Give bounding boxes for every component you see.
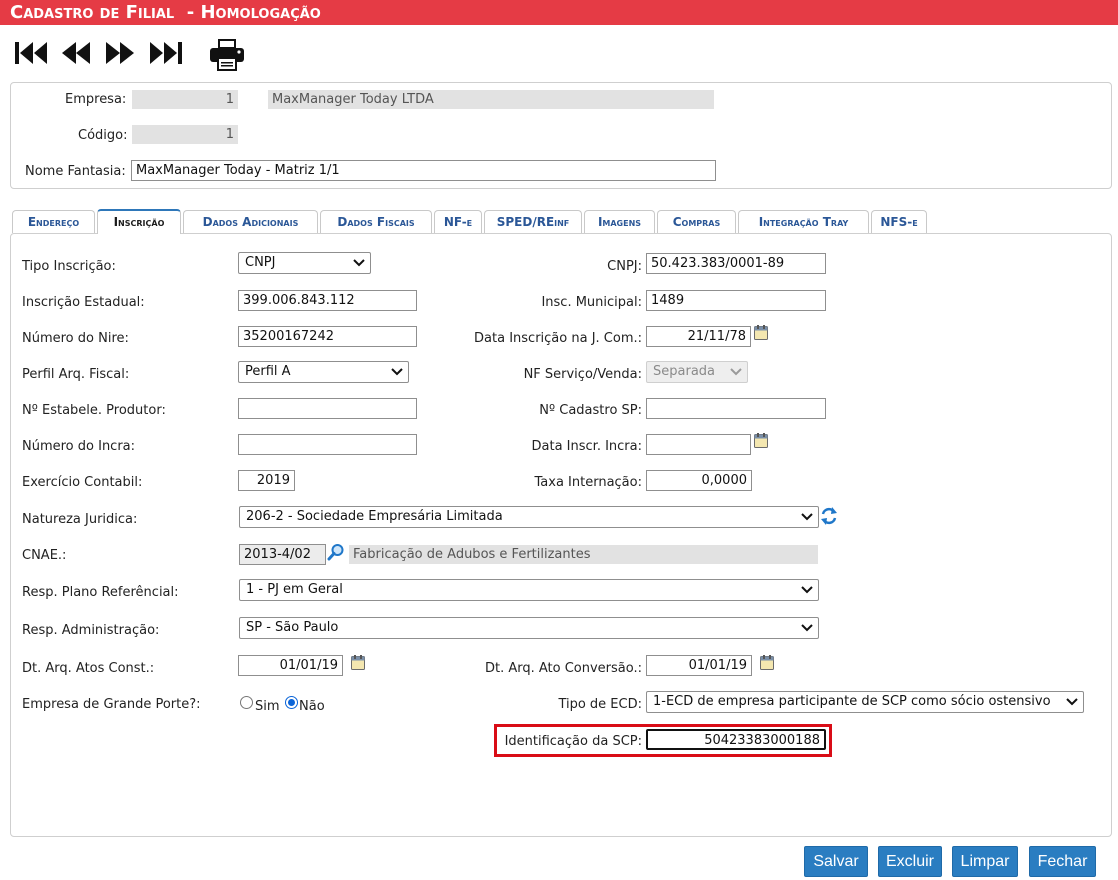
grande-porte-label: Empresa de Grande Porte?: <box>22 697 201 712</box>
next-record-icon[interactable] <box>104 40 136 66</box>
dt-arq-atos-const-input[interactable]: 01/01/19 <box>238 655 343 676</box>
nome-fantasia-input[interactable]: MaxManager Today - Matriz 1/1 <box>131 160 716 181</box>
dt-arq-ato-conversao-label: Dt. Arq. Ato Conversão.: <box>484 661 642 676</box>
nf-servico-venda-label: NF Serviço/Venda: <box>523 367 642 382</box>
chevron-down-icon <box>801 586 813 594</box>
empresa-label: Empresa: <box>65 92 127 107</box>
taxa-internacao-input[interactable]: 0,0000 <box>646 470 752 491</box>
close-button[interactable]: Fechar <box>1029 846 1096 877</box>
nf-servico-venda-value: Separada <box>653 364 715 379</box>
last-record-icon[interactable] <box>148 40 184 66</box>
tab-integracao-tray[interactable]: Integração Tray <box>738 210 869 233</box>
nome-fantasia-label: Nome Fantasia: <box>25 164 126 179</box>
dt-arq-ato-conversao-input[interactable]: 01/01/19 <box>646 655 752 676</box>
calendar-icon[interactable] <box>760 655 774 670</box>
empresa-name-field: MaxManager Today LTDA <box>268 90 714 109</box>
insc-municipal-input[interactable]: 1489 <box>646 290 826 311</box>
perfil-arq-fiscal-select[interactable]: Perfil A <box>238 361 409 383</box>
resp-plano-referencial-select[interactable]: 1 - PJ em Geral <box>239 579 819 601</box>
grande-porte-nao-radio[interactable] <box>285 696 298 709</box>
tab-inscricao[interactable]: Inscrição <box>97 209 181 234</box>
tab-dados-adicionais[interactable]: Dados Adicionais <box>183 210 318 233</box>
resp-plano-referencial-value: 1 - PJ em Geral <box>246 582 343 597</box>
identificacao-scp-label: Identificação da SCP: <box>504 734 642 749</box>
tipo-inscricao-value: CNPJ <box>245 255 276 270</box>
cadastro-sp-label: Nº Cadastro SP: <box>539 403 642 418</box>
tab-endereco[interactable]: Endereço <box>12 210 95 233</box>
cnae-description-field: Fabricação de Adubos e Fertilizantes <box>349 545 818 564</box>
tab-imagens[interactable]: Imagens <box>584 210 655 233</box>
estabele-produtor-label: Nº Estabele. Produtor: <box>22 403 166 418</box>
calendar-icon[interactable] <box>351 655 365 670</box>
tab-compras[interactable]: Compras <box>657 210 736 233</box>
natureza-juridica-value: 206-2 - Sociedade Empresária Limitada <box>246 509 503 524</box>
chevron-down-icon <box>1066 698 1078 706</box>
tipo-ecd-select[interactable]: 1-ECD de empresa participante de SCP com… <box>646 691 1084 713</box>
exercicio-contabil-label: Exercício Contabil: <box>22 475 143 490</box>
tab-nfse[interactable]: NFS-e <box>871 210 927 233</box>
window-title: Cadastro de Filial - Homologação <box>0 0 1118 25</box>
codigo-field: 1 <box>132 125 238 144</box>
print-icon[interactable] <box>209 38 245 72</box>
tipo-ecd-value: 1-ECD de empresa participante de SCP com… <box>653 694 1051 709</box>
inscricao-estadual-label: Inscrição Estadual: <box>22 295 145 310</box>
cnpj-label: CNPJ: <box>607 259 642 274</box>
chevron-down-icon <box>730 368 742 376</box>
tipo-ecd-label: Tipo de ECD: <box>558 697 642 712</box>
calendar-icon[interactable] <box>754 433 768 448</box>
tipo-inscricao-select[interactable]: CNPJ <box>238 252 371 274</box>
natureza-juridica-label: Natureza Juridica: <box>22 512 138 527</box>
grande-porte-sim-radio[interactable] <box>240 696 253 709</box>
refresh-icon[interactable] <box>820 506 838 526</box>
perfil-arq-fiscal-label: Perfil Arq. Fiscal: <box>22 367 130 382</box>
resp-administracao-select[interactable]: SP - São Paulo <box>239 617 819 639</box>
numero-incra-label: Número do Incra: <box>22 439 136 454</box>
cnae-label: CNAE.: <box>22 548 67 563</box>
delete-button[interactable]: Excluir <box>878 846 942 877</box>
grande-porte-nao-label: Não <box>299 699 325 714</box>
first-record-icon[interactable] <box>14 40 50 66</box>
numero-incra-input[interactable] <box>238 434 417 455</box>
exercicio-contabil-input[interactable]: 2019 <box>238 470 295 491</box>
numero-nire-label: Número do Nire: <box>22 331 129 346</box>
data-inscr-incra-input[interactable] <box>646 434 751 455</box>
nf-servico-venda-select: Separada <box>646 361 748 383</box>
search-icon[interactable] <box>327 543 345 561</box>
inscricao-estadual-input[interactable]: 399.006.843.112 <box>238 290 417 311</box>
previous-record-icon[interactable] <box>60 40 92 66</box>
chevron-down-icon <box>353 259 365 267</box>
insc-municipal-label: Insc. Municipal: <box>541 295 642 310</box>
data-inscricao-jcom-label: Data Inscrição na J. Com.: <box>474 331 642 346</box>
tab-dados-fiscais[interactable]: Dados Fiscais <box>320 210 432 233</box>
tab-sped-reinf[interactable]: SPED/REinf <box>484 210 582 233</box>
resp-administracao-label: Resp. Administração: <box>22 623 160 638</box>
calendar-icon[interactable] <box>754 325 768 340</box>
empresa-code-field: 1 <box>132 90 238 109</box>
tipo-inscricao-label: Tipo Inscrição: <box>22 259 116 274</box>
chevron-down-icon <box>391 368 403 376</box>
data-inscr-incra-label: Data Inscr. Incra: <box>531 439 643 454</box>
cnae-code-input[interactable]: 2013-4/02 <box>239 544 326 565</box>
chevron-down-icon <box>801 624 813 632</box>
grande-porte-sim-label: Sim <box>255 699 280 714</box>
perfil-arq-fiscal-value: Perfil A <box>245 364 291 379</box>
identificacao-scp-input[interactable]: 50423383000188 <box>646 729 826 750</box>
resp-administracao-value: SP - São Paulo <box>246 620 339 635</box>
cnpj-input[interactable]: 50.423.383/0001-89 <box>646 253 826 274</box>
dt-arq-atos-const-label: Dt. Arq. Atos Const.: <box>22 661 155 676</box>
codigo-label: Código: <box>78 128 128 143</box>
taxa-internacao-label: Taxa Internação: <box>534 475 643 490</box>
estabele-produtor-input[interactable] <box>238 398 417 419</box>
save-button[interactable]: Salvar <box>804 846 868 877</box>
data-inscricao-jcom-input[interactable]: 21/11/78 <box>646 326 751 347</box>
clear-button[interactable]: Limpar <box>952 846 1018 877</box>
resp-plano-referencial-label: Resp. Plano Referêncial: <box>22 585 179 600</box>
cadastro-sp-input[interactable] <box>646 398 826 419</box>
tab-nfe[interactable]: NF-e <box>434 210 482 233</box>
chevron-down-icon <box>801 513 813 521</box>
natureza-juridica-select[interactable]: 206-2 - Sociedade Empresária Limitada <box>239 506 819 528</box>
numero-nire-input[interactable]: 35200167242 <box>238 326 417 347</box>
